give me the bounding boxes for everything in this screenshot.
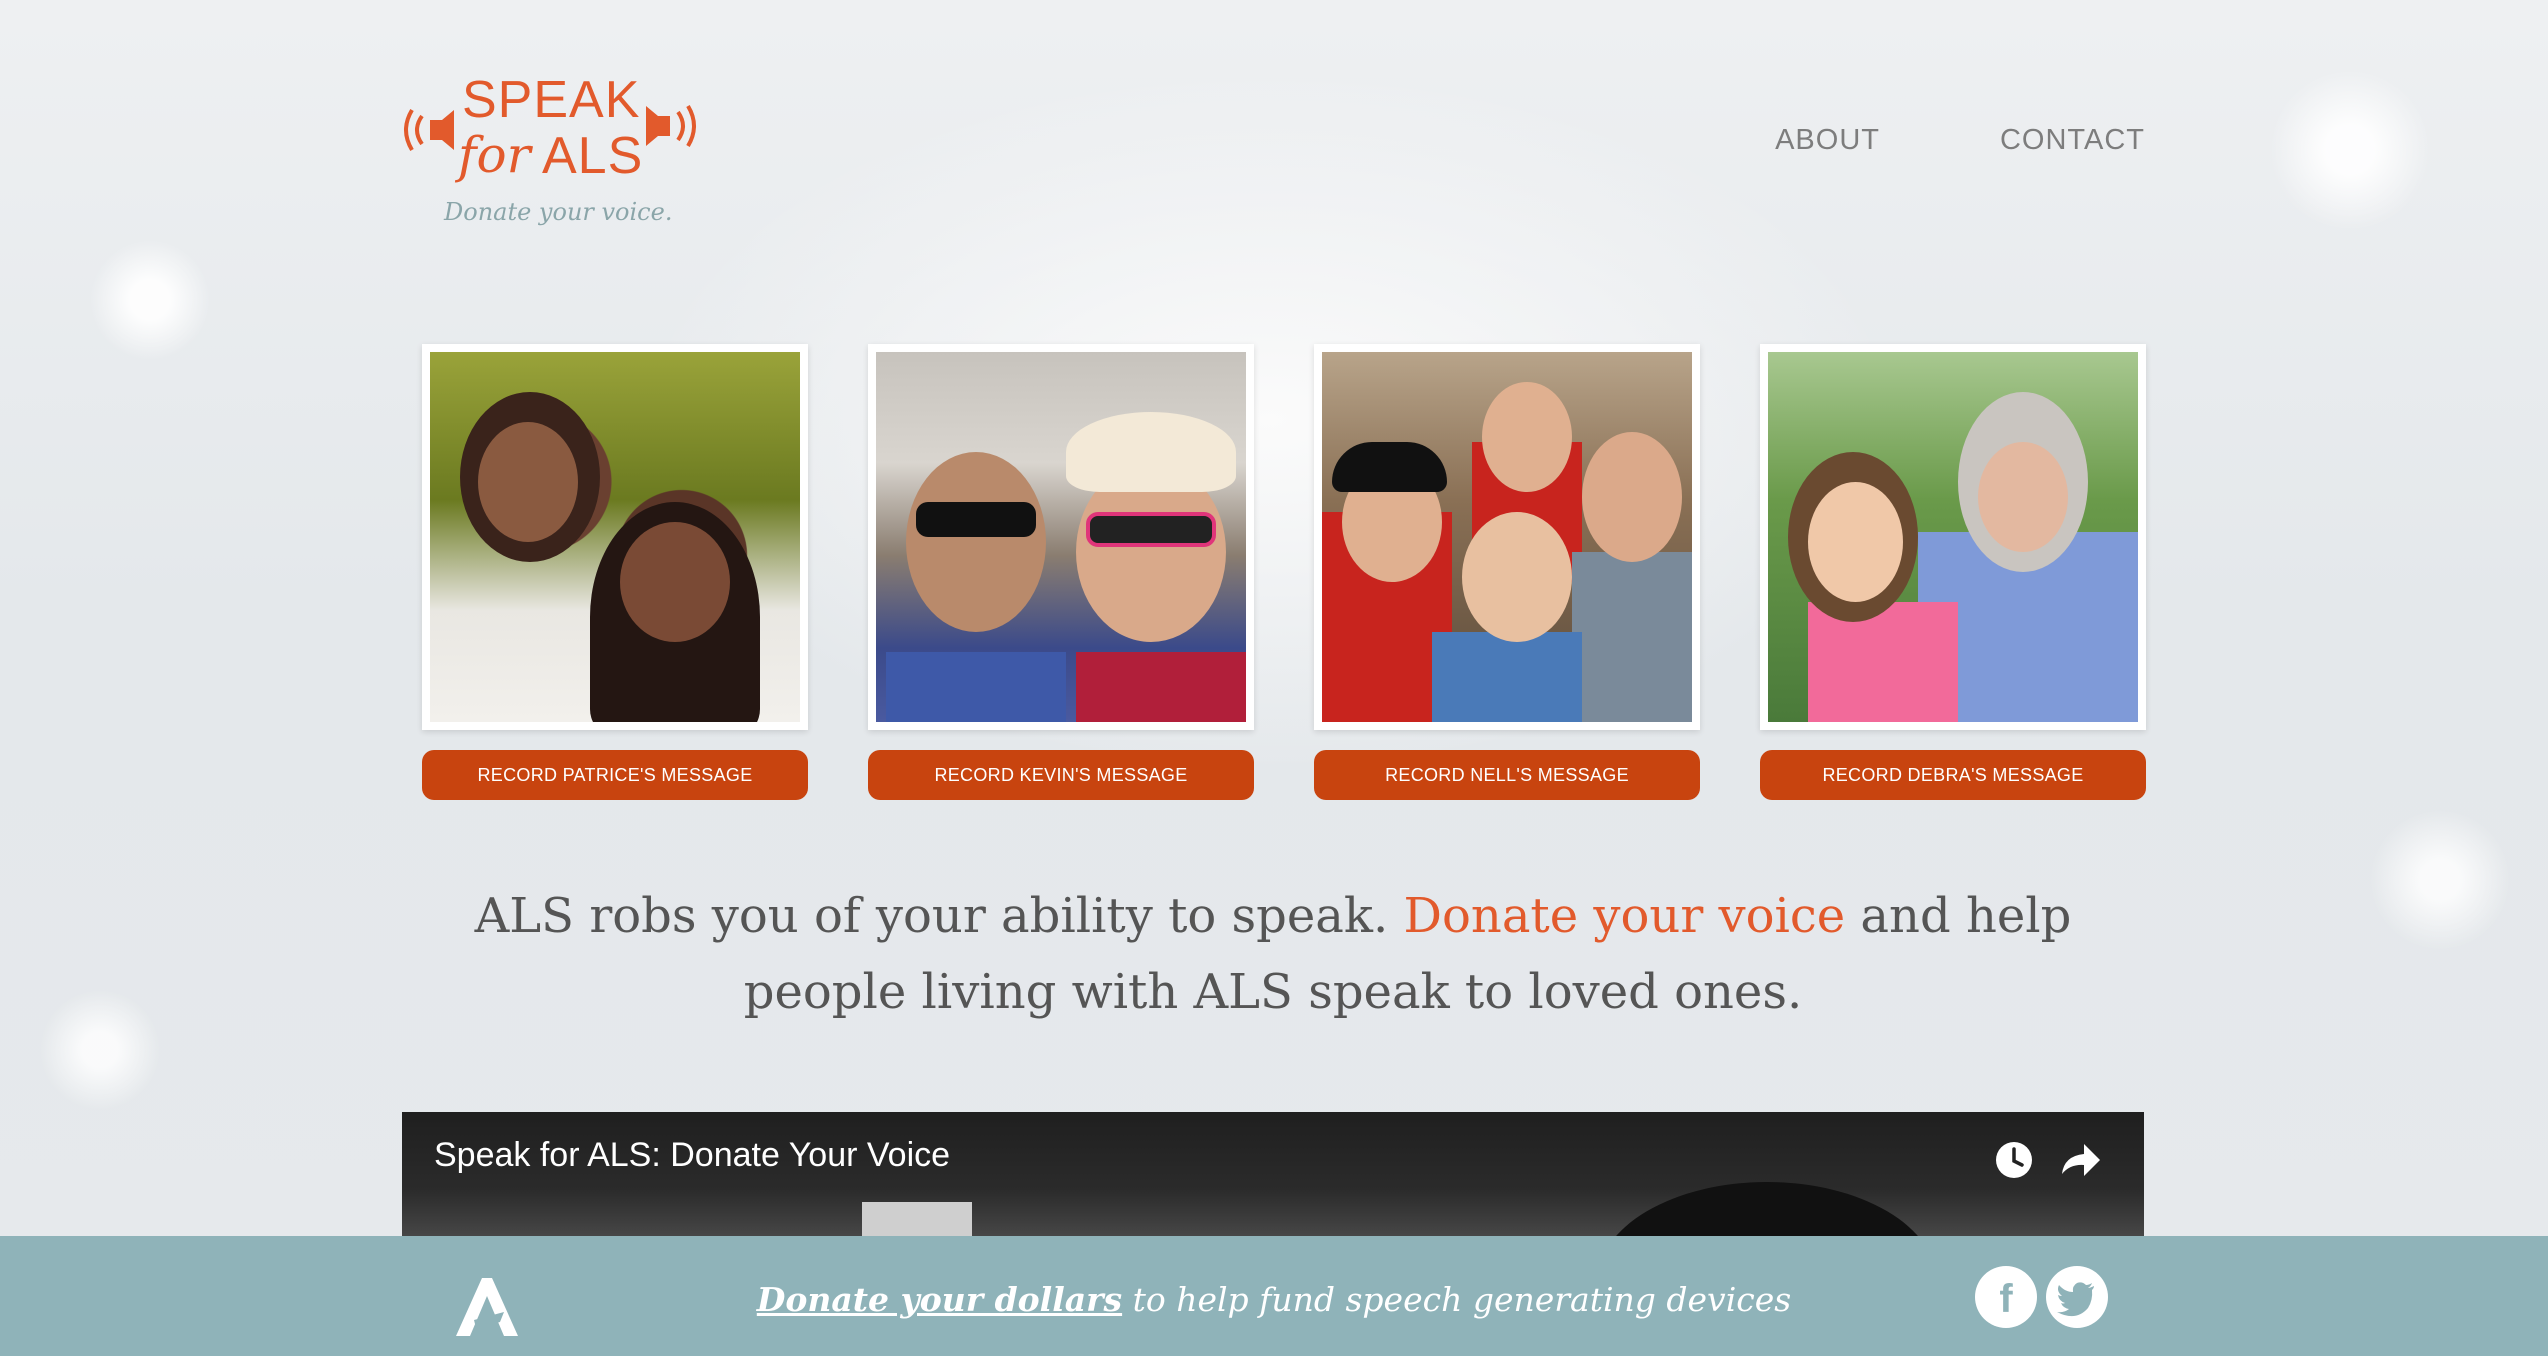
donate-dollars-link[interactable]: Donate your dollars: [757, 1280, 1122, 1319]
debra-photo: [1768, 352, 2138, 722]
svg-text:f: f: [1999, 1277, 2013, 1321]
twitter-icon[interactable]: [2046, 1266, 2108, 1328]
mission-statement: ALS robs you of your ability to speak. D…: [400, 878, 2146, 1030]
footer-donate-rest: to help fund speech generating devices: [1122, 1280, 1792, 1319]
photo-frame: [868, 344, 1254, 730]
speak-for-als-logo[interactable]: SPEAK for ALS Donate your voice.: [400, 70, 710, 240]
video-player[interactable]: Speak for ALS: Donate Your Voice: [402, 1112, 2144, 1242]
card-nell: RECORD NELL'S MESSAGE: [1314, 344, 1700, 800]
logo-tagline: Donate your voice.: [444, 198, 673, 226]
facebook-icon[interactable]: f: [1975, 1266, 2037, 1328]
card-kevin: RECORD KEVIN'S MESSAGE: [868, 344, 1254, 800]
footer-bar: Donate your dollars to help fund speech …: [0, 1236, 2548, 1356]
logo-als-text: ALS: [542, 127, 644, 185]
card-debra: RECORD DEBRA'S MESSAGE: [1760, 344, 2146, 800]
logo-speak-text: SPEAK: [462, 71, 641, 129]
nell-photo: [1322, 352, 1692, 722]
main-nav: ABOUT CONTACT: [1775, 124, 2145, 157]
card-patrice: RECORD PATRICE'S MESSAGE: [422, 344, 808, 800]
nav-contact-link[interactable]: CONTACT: [2000, 124, 2145, 157]
record-kevin-button[interactable]: RECORD KEVIN'S MESSAGE: [868, 750, 1254, 800]
photo-frame: [422, 344, 808, 730]
video-frame-subject: [1597, 1182, 1937, 1242]
patrice-photo: [430, 352, 800, 722]
kevin-photo: [876, 352, 1246, 722]
record-nell-button[interactable]: RECORD NELL'S MESSAGE: [1314, 750, 1700, 800]
logo-for-text: for: [458, 126, 531, 184]
nav-about-link[interactable]: ABOUT: [1775, 124, 1880, 157]
speaker-right-icon: [646, 104, 696, 148]
record-debra-button[interactable]: RECORD DEBRA'S MESSAGE: [1760, 750, 2146, 800]
photo-frame: [1314, 344, 1700, 730]
footer-donate-text: Donate your dollars to help fund speech …: [0, 1280, 2548, 1319]
speaker-left-icon: [404, 108, 454, 152]
photo-frame: [1760, 344, 2146, 730]
record-patrice-button[interactable]: RECORD PATRICE'S MESSAGE: [422, 750, 808, 800]
person-cards: RECORD PATRICE'S MESSAGE RECORD KEVIN'S …: [422, 344, 2146, 800]
video-title[interactable]: Speak for ALS: Donate Your Voice: [434, 1136, 950, 1175]
clock-icon[interactable]: [1994, 1140, 2034, 1180]
donate-voice-link[interactable]: Donate your voice: [1404, 888, 1846, 944]
mission-part1: ALS robs you of your ability to speak.: [474, 888, 1404, 944]
share-icon[interactable]: [2058, 1140, 2102, 1180]
